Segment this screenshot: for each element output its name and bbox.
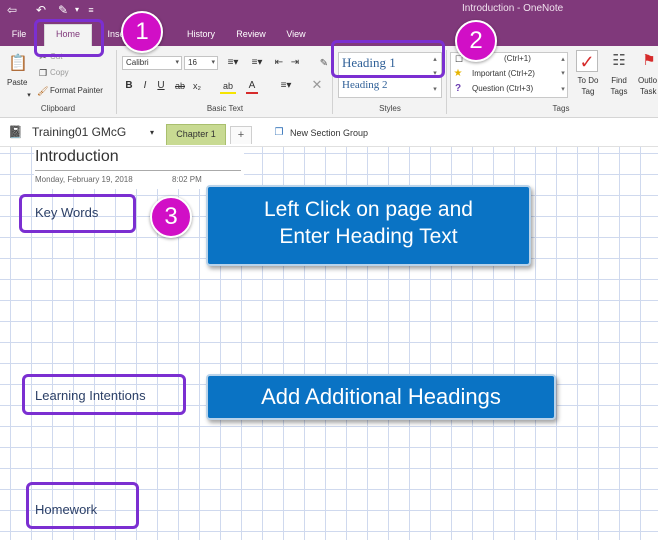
section-group-icon: ❐ [274,127,284,138]
tab-file[interactable]: File [6,26,32,46]
page-time: 8:02 PM [172,175,202,184]
group-divider [446,50,447,114]
undo-icon[interactable]: ↶ [34,2,48,18]
pen-icon[interactable]: ✎ [56,2,70,18]
section-tab-chapter-1[interactable]: Chapter 1 [166,124,226,145]
italic-icon[interactable]: I [140,80,150,92]
tag-todo[interactable]: (Ctrl+1) [504,54,531,63]
copy-button[interactable]: Copy [50,68,69,77]
title-underline [35,170,241,171]
expand-gallery-icon[interactable]: ▾ [558,84,568,96]
todo-tag-checkmark-icon[interactable]: ✓ [576,50,598,72]
callout-key-words [19,194,136,233]
callout-homework [26,482,139,529]
tab-view[interactable]: View [280,26,312,46]
instruction-add-headings: Add Additional Headings [206,374,556,420]
step-badge-2: 2 [455,20,497,62]
format-painter-button[interactable]: Format Painter [50,86,103,95]
todo-tag-label-1[interactable]: To Do [576,76,600,85]
chevron-down-icon[interactable]: ▾ [147,127,157,139]
todo-tag-label-2[interactable]: Tag [576,87,600,96]
tags-group-label: Tags [552,104,570,113]
callout-home-tab [34,19,104,57]
clipboard-group-label: Clipboard [40,104,76,113]
chevron-down-icon[interactable]: ▾ [24,90,34,102]
chevron-down-icon: ▾ [175,59,179,66]
find-tags-label-1[interactable]: Find [606,76,632,85]
copy-icon: ❐ [38,68,48,78]
instruction-line-2: Enter Heading Text [279,225,458,248]
font-size-value: 16 [188,58,197,67]
star-icon: ★ [453,68,463,79]
numbered-list-icon[interactable]: ≡▾ [246,57,268,69]
instruction-add-headings-text: Add Additional Headings [261,384,501,409]
basic-text-group-label: Basic Text [206,104,244,113]
underline-icon[interactable]: U [156,80,166,92]
back-arrow-icon[interactable]: ⇦ [4,2,20,18]
callout-learning-intentions [22,374,186,415]
bullet-list-icon[interactable]: ≡▾ [222,57,244,69]
scroll-up-icon[interactable]: ▴ [558,54,568,66]
page-date: Monday, February 19, 2018 [35,175,133,184]
paintbrush-icon: 🖌 [37,86,49,96]
notebook-name[interactable]: Training01 GMcG [32,125,126,139]
font-size-select[interactable]: 16 ▾ [184,56,218,70]
decrease-indent-icon[interactable]: ⇤ [272,57,286,69]
chevron-down-icon: ▾ [211,59,215,66]
tab-history[interactable]: History [180,26,222,46]
paste-icon[interactable]: 📋 [8,54,28,74]
paste-button[interactable]: Paste [7,78,27,87]
chevron-down-icon[interactable]: ▾ [72,2,82,18]
clear-formatting-icon[interactable]: ✕ [310,78,324,91]
find-tags-icon[interactable]: ☷ [608,51,630,71]
subscript-icon[interactable]: x₂ [190,80,204,92]
font-name-value: Calibri [126,58,149,67]
tag-question[interactable]: Question (Ctrl+3) [472,84,533,93]
notebook-bar: 📓 Training01 GMcG ▾ Chapter 1 + ❐ New Se… [0,119,658,147]
find-tags-label-2[interactable]: Tags [606,87,632,96]
scroll-down-icon[interactable]: ▾ [558,68,568,80]
new-section-group-button[interactable]: New Section Group [290,128,368,138]
align-icon[interactable]: ≡▾ [278,80,294,92]
strikethrough-icon[interactable]: ab [174,80,186,92]
question-icon: ? [454,83,462,94]
outlook-tasks-label-2[interactable]: Task [640,87,656,96]
window-title: Introduction - OneNote [462,3,564,14]
bold-icon[interactable]: B [124,80,134,92]
styles-icon: ✎ [319,58,329,69]
font-name-select[interactable]: Calibri ▾ [122,56,182,70]
add-section-button[interactable]: + [230,126,252,144]
increase-indent-icon[interactable]: ⇥ [288,57,302,69]
page-title[interactable]: Introduction [35,148,119,166]
tag-important[interactable]: Important (Ctrl+2) [472,69,535,78]
flag-icon[interactable]: ⚑ [640,51,658,71]
title-bar: ⇦ ↶ ✎ ▾ ≡ Introduction - OneNote [0,0,658,20]
callout-heading-1-style [331,40,445,78]
group-divider [116,50,117,114]
step-badge-3: 3 [150,196,192,238]
notebook-icon: 📓 [8,125,23,139]
styles-group-label: Styles [379,104,401,113]
step-badge-1: 1 [121,11,163,53]
instruction-enter-heading: Left Click on page and Enter Heading Tex… [206,185,531,266]
expand-gallery-icon[interactable]: ▾ [430,84,440,96]
outlook-tasks-label-1[interactable]: Outlo [638,76,657,85]
style-heading-2[interactable]: Heading 2 [342,79,428,91]
highlight-icon[interactable]: ab [220,80,236,94]
instruction-line-1: Left Click on page and [264,198,473,221]
font-color-icon[interactable]: A [246,80,258,94]
tab-review[interactable]: Review [230,26,272,46]
customize-toolbar-icon[interactable]: ≡ [86,2,96,18]
